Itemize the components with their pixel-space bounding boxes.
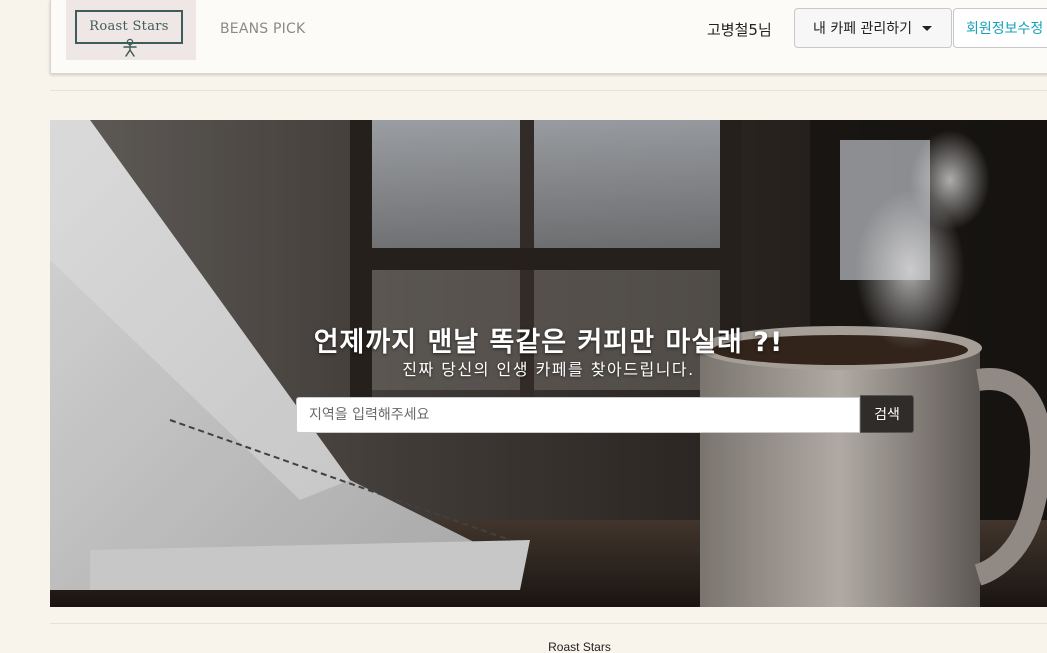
hero-subtitle: 진짜 당신의 인생 카페를 찾아드립니다. xyxy=(402,360,695,379)
hero-banner: 언제까지 맨날 똑같은 커피만 마실래 ?! 진짜 당신의 인생 카페를 찾아드… xyxy=(50,120,1047,607)
cafe-manage-label: 내 카페 관리하기 xyxy=(813,21,913,37)
region-search-input[interactable] xyxy=(296,397,860,433)
footer-text: Roast Stars xyxy=(548,640,611,653)
profile-edit-button[interactable]: 회원정보수정 xyxy=(953,8,1047,48)
logo-text: Roast Stars xyxy=(89,19,169,34)
caret-down-icon xyxy=(922,25,933,31)
hero-title: 언제까지 맨날 똑같은 커피만 마실래 ?! xyxy=(313,327,784,358)
page: Roast Stars BEANS PICK 고병철5님 내 카페 관리하기 회… xyxy=(0,0,1047,653)
search-button[interactable]: 검색 xyxy=(860,395,914,433)
beans-pick-link[interactable]: BEANS PICK xyxy=(220,21,305,37)
profile-edit-label: 회원정보수정 xyxy=(966,21,1044,37)
bottom-divider xyxy=(50,623,1047,624)
cafe-manage-dropdown-button[interactable]: 내 카페 관리하기 xyxy=(794,8,952,48)
top-divider xyxy=(50,90,1047,91)
navbar: Roast Stars BEANS PICK 고병철5님 내 카페 관리하기 회… xyxy=(50,0,1047,74)
user-name: 고병철5님 xyxy=(707,21,772,39)
logo[interactable]: Roast Stars xyxy=(66,0,196,60)
gingerbread-figure-icon xyxy=(123,38,137,57)
